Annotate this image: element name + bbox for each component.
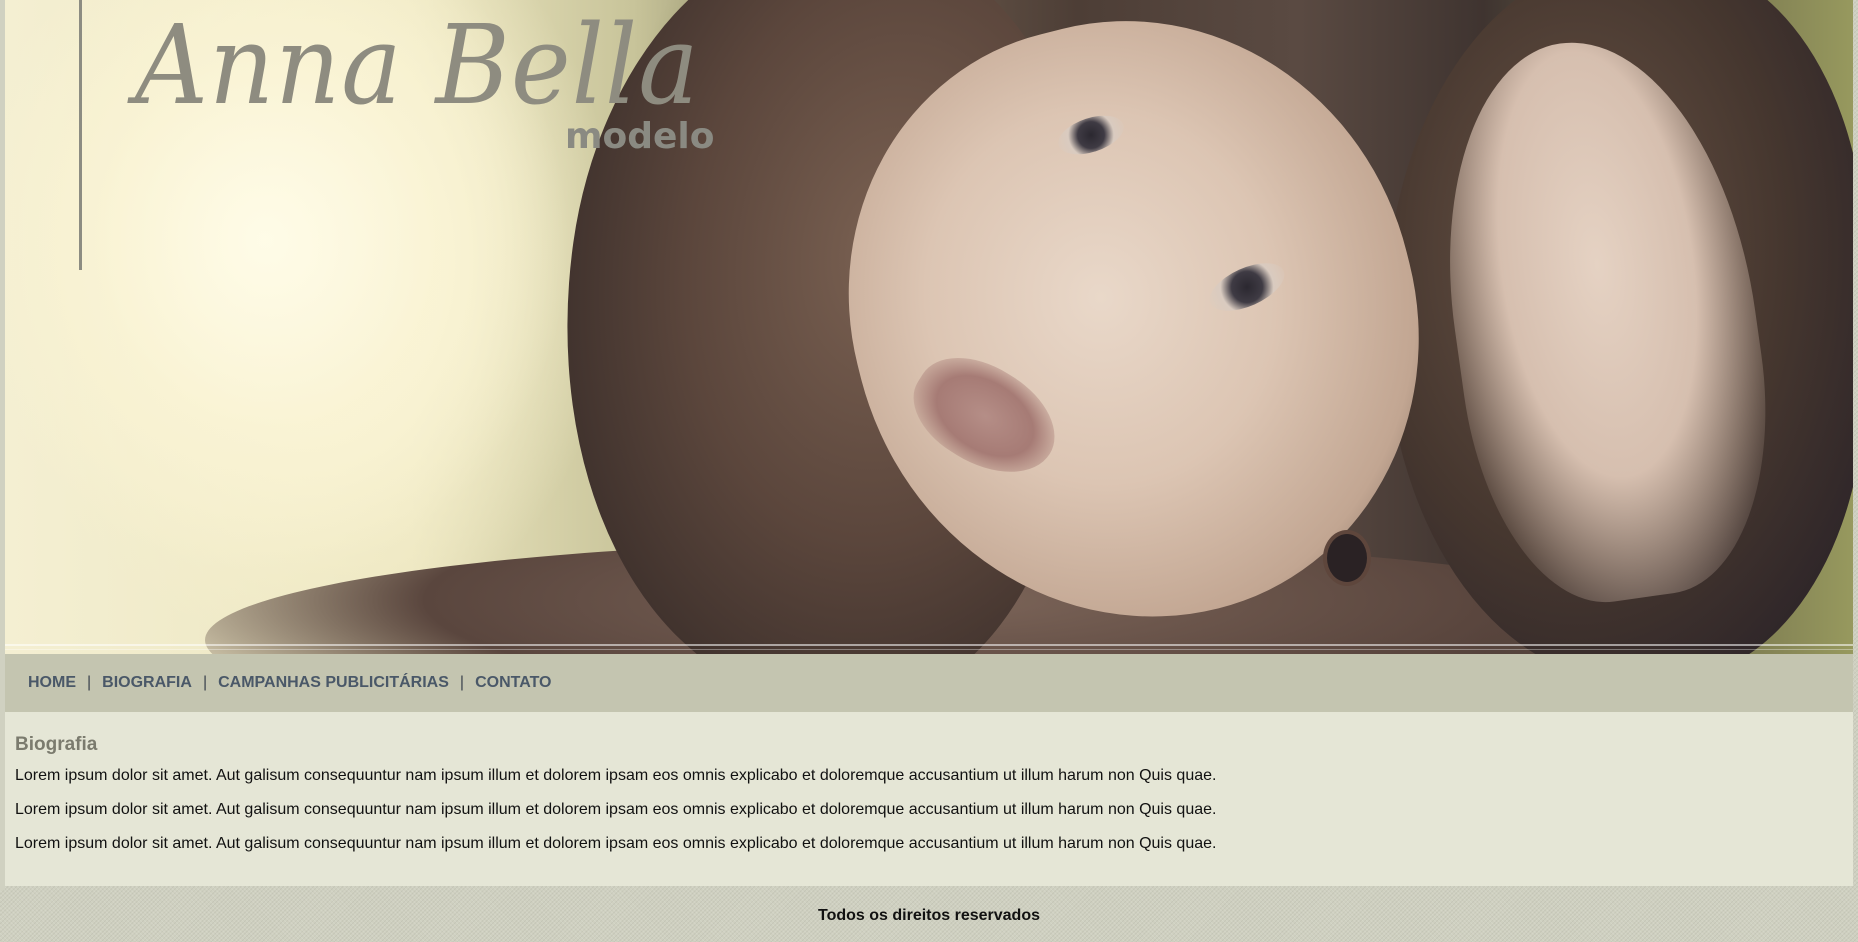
logo-subtitle: modelo — [565, 116, 715, 157]
section-title: Biografia — [15, 734, 98, 755]
page-container: Anna Bella modelo HOME | BIOGRAFIA | CAM… — [5, 0, 1853, 886]
logo-name: Anna Bella — [135, 1, 700, 129]
page-footer: Todos os direitos reservados — [0, 890, 1858, 942]
nav-link-home[interactable]: HOME — [28, 674, 76, 692]
logo-divider-line — [79, 0, 82, 270]
nav-separator: | — [87, 674, 92, 691]
main-nav: HOME | BIOGRAFIA | CAMPANHAS PUBLICITÁRI… — [5, 654, 1853, 712]
nav-separator: | — [459, 674, 465, 691]
bio-paragraph: Lorem ipsum dolor sit amet. Aut galisum … — [15, 801, 1217, 818]
hero-bottom-rule-secondary — [5, 649, 1853, 650]
hero-photo-earring — [1323, 530, 1371, 586]
content-section: Biografia Lorem ipsum dolor sit amet. Au… — [5, 712, 1853, 886]
hero-bottom-rule — [5, 644, 1853, 646]
nav-separator: | — [202, 674, 208, 691]
bio-paragraph: Lorem ipsum dolor sit amet. Aut galisum … — [15, 835, 1217, 852]
bio-paragraph: Lorem ipsum dolor sit amet. Aut galisum … — [15, 767, 1217, 784]
footer-copyright: Todos os direitos reservados — [818, 907, 1040, 924]
hero-banner: Anna Bella modelo — [5, 0, 1853, 654]
site-logo: Anna Bella modelo — [135, 0, 775, 170]
nav-link-campanhas[interactable]: CAMPANHAS PUBLICITÁRIAS — [218, 674, 449, 692]
nav-link-contato[interactable]: CONTATO — [475, 674, 551, 692]
nav-link-biografia[interactable]: BIOGRAFIA — [102, 674, 192, 692]
